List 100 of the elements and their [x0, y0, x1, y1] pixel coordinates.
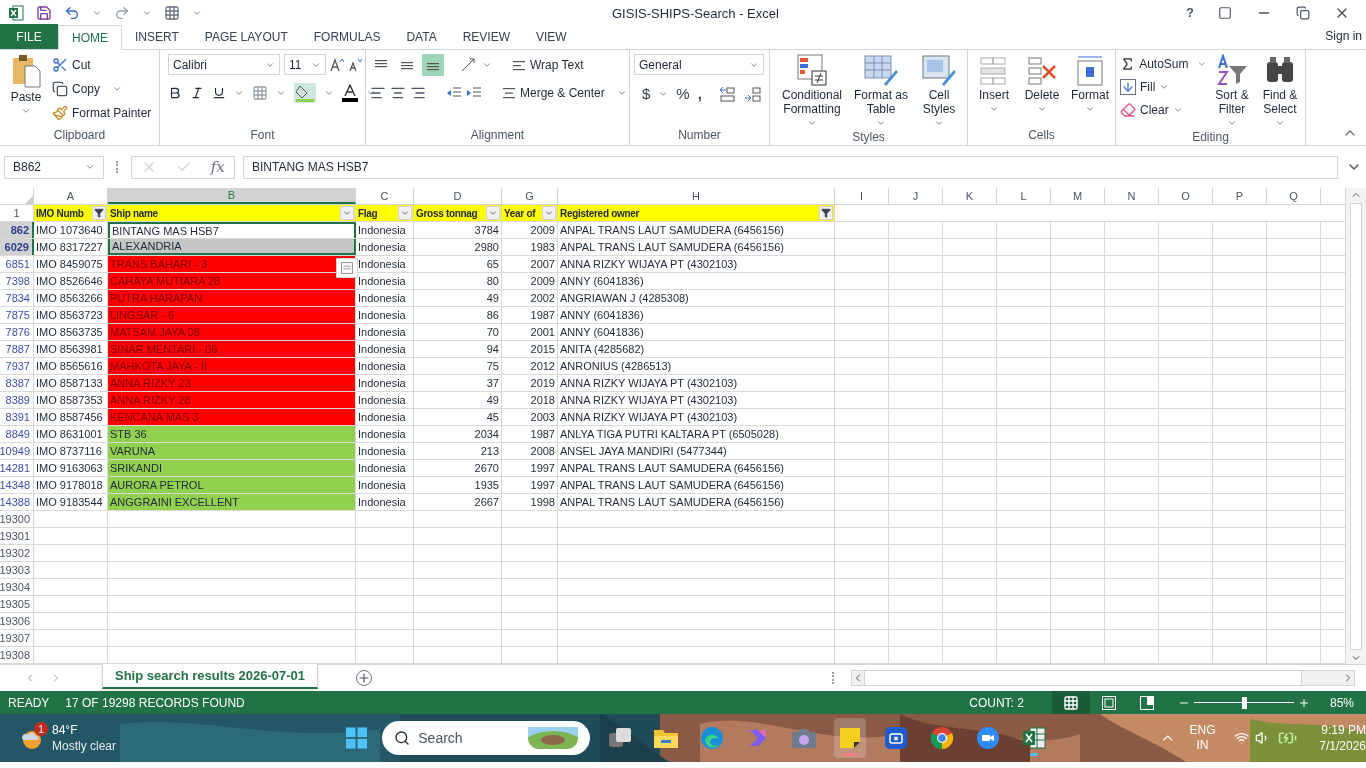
help-icon[interactable]: ?: [1186, 2, 1194, 23]
restore-icon[interactable]: [1296, 5, 1310, 20]
currency-icon[interactable]: $: [642, 83, 651, 106]
autosum-button[interactable]: AutoSum: [1120, 54, 1206, 74]
column-header[interactable]: D: [414, 188, 502, 204]
cut-button[interactable]: Cut: [52, 54, 152, 76]
vertical-scrollbar[interactable]: [1345, 188, 1366, 664]
ribbon-button[interactable]: Format as Table: [854, 54, 908, 128]
row-header[interactable]: 14348: [0, 477, 34, 493]
undo-icon[interactable]: [64, 4, 80, 21]
merge-center-button[interactable]: Merge & Center: [502, 84, 627, 102]
row-header[interactable]: 19300: [0, 511, 34, 527]
ribbon-tab[interactable]: PAGE LAYOUT: [191, 24, 301, 49]
ribbon-tab[interactable]: REVIEW: [449, 24, 523, 49]
row-header[interactable]: 14281: [0, 460, 34, 476]
ribbon-display-icon[interactable]: [1218, 5, 1232, 20]
sign-in-link[interactable]: Sign in: [1325, 27, 1366, 49]
font-size-field[interactable]: 11: [284, 54, 326, 75]
align-right-icon[interactable]: [410, 85, 426, 101]
column-header[interactable]: O: [1159, 188, 1213, 204]
redo-icon[interactable]: [114, 4, 130, 21]
decrease-decimal-icon[interactable]: [743, 86, 762, 103]
column-header[interactable]: J: [889, 188, 943, 204]
number-format-field[interactable]: General: [634, 54, 764, 75]
formula-field[interactable]: BINTANG MAS HSB7: [243, 155, 1338, 179]
row-header[interactable]: 19307: [0, 630, 34, 646]
column-header[interactable]: P: [1213, 188, 1267, 204]
column-header[interactable]: L: [997, 188, 1051, 204]
row-header[interactable]: 7398: [0, 273, 34, 289]
align-left-icon[interactable]: [370, 85, 386, 101]
row-header[interactable]: 14388: [0, 494, 34, 510]
zoom-in-icon[interactable]: [1297, 696, 1310, 709]
italic-icon[interactable]: [190, 86, 204, 100]
file-tab[interactable]: FILE: [0, 24, 58, 49]
row-header[interactable]: 7887: [0, 341, 34, 357]
row-header[interactable]: 8391: [0, 409, 34, 425]
row-header[interactable]: 8389: [0, 392, 34, 408]
ribbon-tab[interactable]: INSERT: [122, 24, 192, 49]
row-header[interactable]: 6851: [0, 256, 34, 272]
row-header[interactable]: 19308: [0, 647, 34, 663]
fill-color-icon[interactable]: [294, 83, 316, 103]
row-header[interactable]: 862: [0, 222, 34, 238]
ribbon-button[interactable]: Insert: [972, 54, 1016, 114]
increase-decimal-icon[interactable]: [717, 86, 736, 103]
row-header[interactable]: 19303: [0, 562, 34, 578]
ribbon-button[interactable]: Cell Styles: [912, 54, 966, 128]
borders-icon[interactable]: [252, 85, 268, 101]
sheet-tab[interactable]: Ship search results 2026-07-01: [102, 664, 319, 689]
wrap-text-button[interactable]: Wrap Text: [512, 56, 584, 74]
underline-icon[interactable]: [212, 86, 226, 100]
ribbon-button[interactable]: Delete: [1020, 54, 1064, 114]
paste-button[interactable]: Paste: [4, 54, 48, 116]
percent-icon[interactable]: %: [676, 83, 690, 106]
text-orientation-icon[interactable]: [460, 57, 478, 73]
column-header[interactable]: G: [502, 188, 558, 204]
row-header[interactable]: 7876: [0, 324, 34, 340]
column-header[interactable]: N: [1105, 188, 1159, 204]
ribbon-tab[interactable]: HOME: [58, 25, 122, 50]
column-header[interactable]: H: [558, 188, 835, 204]
clear-button[interactable]: Clear: [1120, 100, 1206, 120]
column-header[interactable]: Q: [1267, 188, 1321, 204]
row-header[interactable]: 7834: [0, 290, 34, 306]
shrink-font-icon[interactable]: [348, 57, 362, 72]
row-header[interactable]: 8387: [0, 375, 34, 391]
grow-font-icon[interactable]: [330, 57, 344, 72]
zoom-slider-thumb[interactable]: [1241, 696, 1247, 709]
column-header[interactable]: M: [1051, 188, 1105, 204]
filter-button[interactable]: [819, 206, 833, 220]
align-center-icon[interactable]: [390, 85, 406, 101]
ribbon-tab[interactable]: DATA: [393, 24, 450, 49]
row-header[interactable]: 7875: [0, 307, 34, 323]
ribbon-button[interactable]: Sort & Filter: [1210, 54, 1254, 128]
ribbon-button[interactable]: Conditional Formatting: [774, 54, 850, 128]
column-header[interactable]: I: [835, 188, 889, 204]
ribbon-tab[interactable]: VIEW: [523, 24, 580, 49]
row-header[interactable]: 8849: [0, 426, 34, 442]
paste-options-icon[interactable]: [336, 258, 358, 278]
ribbon-button[interactable]: Format: [1068, 54, 1112, 114]
column-header[interactable]: C: [356, 188, 414, 204]
font-color-icon[interactable]: [342, 84, 358, 102]
name-box[interactable]: B862: [4, 155, 104, 179]
row-header[interactable]: 19306: [0, 613, 34, 629]
row-header[interactable]: 19302: [0, 545, 34, 561]
font-name-field[interactable]: Calibri: [168, 54, 280, 75]
copy-button[interactable]: Copy: [52, 78, 152, 100]
decrease-indent-icon[interactable]: [446, 86, 462, 100]
vertical-align-button[interactable]: [422, 54, 444, 76]
save-icon[interactable]: [36, 4, 52, 21]
fill-button[interactable]: Fill: [1120, 77, 1206, 97]
insert-function-icon[interactable]: fx: [210, 155, 225, 179]
row-header[interactable]: 6029: [0, 239, 34, 255]
column-header[interactable]: K: [943, 188, 997, 204]
increase-indent-icon[interactable]: [466, 86, 482, 100]
bold-icon[interactable]: [168, 86, 182, 100]
table-icon[interactable]: [164, 4, 180, 21]
ribbon-button[interactable]: Find & Select: [1258, 54, 1302, 128]
filter-button[interactable]: [92, 206, 106, 220]
comma-style-icon[interactable]: ,: [697, 83, 702, 106]
ribbon-tab[interactable]: FORMULAS: [300, 24, 394, 49]
row-header[interactable]: 7937: [0, 358, 34, 374]
